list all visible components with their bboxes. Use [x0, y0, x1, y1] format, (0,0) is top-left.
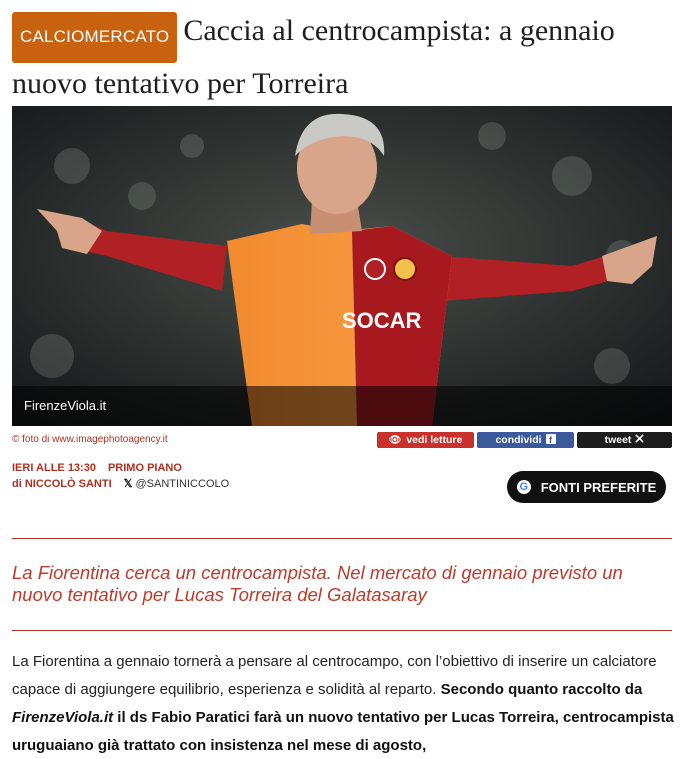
category-badge[interactable]: CALCIOMERCATO [12, 12, 178, 63]
preferred-sources-button[interactable]: G FONTI PREFERITE [507, 471, 666, 503]
svg-text:SOCAR: SOCAR [342, 308, 422, 333]
photo-credit[interactable]: © foto di www.imagephotoagency.it [12, 434, 168, 445]
facebook-share-label: condividi [495, 434, 542, 446]
article-title: CALCIOMERCATO Caccia al centrocampista: a… [12, 10, 684, 105]
source-name: FirenzeViola.it [12, 709, 114, 726]
article-header: CALCIOMERCATO Caccia al centrocampista: a… [12, 10, 684, 105]
article-summary: La Fiorentina cerca un centrocampista. N… [12, 562, 623, 605]
publish-time: IERI ALLE 13:30 [12, 462, 96, 474]
divider [12, 630, 672, 631]
eye-icon: 👁 [388, 434, 402, 446]
author-link[interactable]: NICCOLÒ SANTI [25, 478, 112, 490]
article-body: La Fiorentina a gennaio tornerà a pensar… [12, 648, 677, 759]
author-prefix: di [12, 478, 22, 490]
hero-caption-bar [12, 386, 672, 426]
player-photo: SOCAR [12, 106, 672, 426]
x-logo-icon: 𝕏 [123, 478, 133, 490]
read-count-button[interactable]: 👁 vedi letture [377, 432, 474, 448]
read-count-label: vedi letture [406, 434, 463, 446]
tweet-button[interactable]: tweet [577, 432, 672, 448]
facebook-icon: f [545, 433, 556, 447]
facebook-share-button[interactable]: condividi f [477, 432, 574, 448]
meta-row: © foto di www.imagephotoagency.it 👁 vedi… [12, 432, 672, 450]
section-link[interactable]: PRIMO PIANO [108, 462, 182, 474]
preferred-sources-label: FONTI PREFERITE [540, 479, 657, 495]
divider [12, 538, 672, 539]
tweet-label: tweet [604, 434, 632, 446]
author-handle[interactable]: @SANTINICCOLO [136, 478, 230, 490]
hero-watermark: FirenzeViola.it [24, 398, 107, 413]
hero-image: SOCAR FirenzeViola.it [12, 106, 672, 426]
google-icon: G [516, 480, 531, 494]
x-logo-icon [635, 434, 645, 446]
byline: IERI ALLE 13:30 PRIMO PIANO di NICCOLÒ SA… [12, 460, 229, 492]
